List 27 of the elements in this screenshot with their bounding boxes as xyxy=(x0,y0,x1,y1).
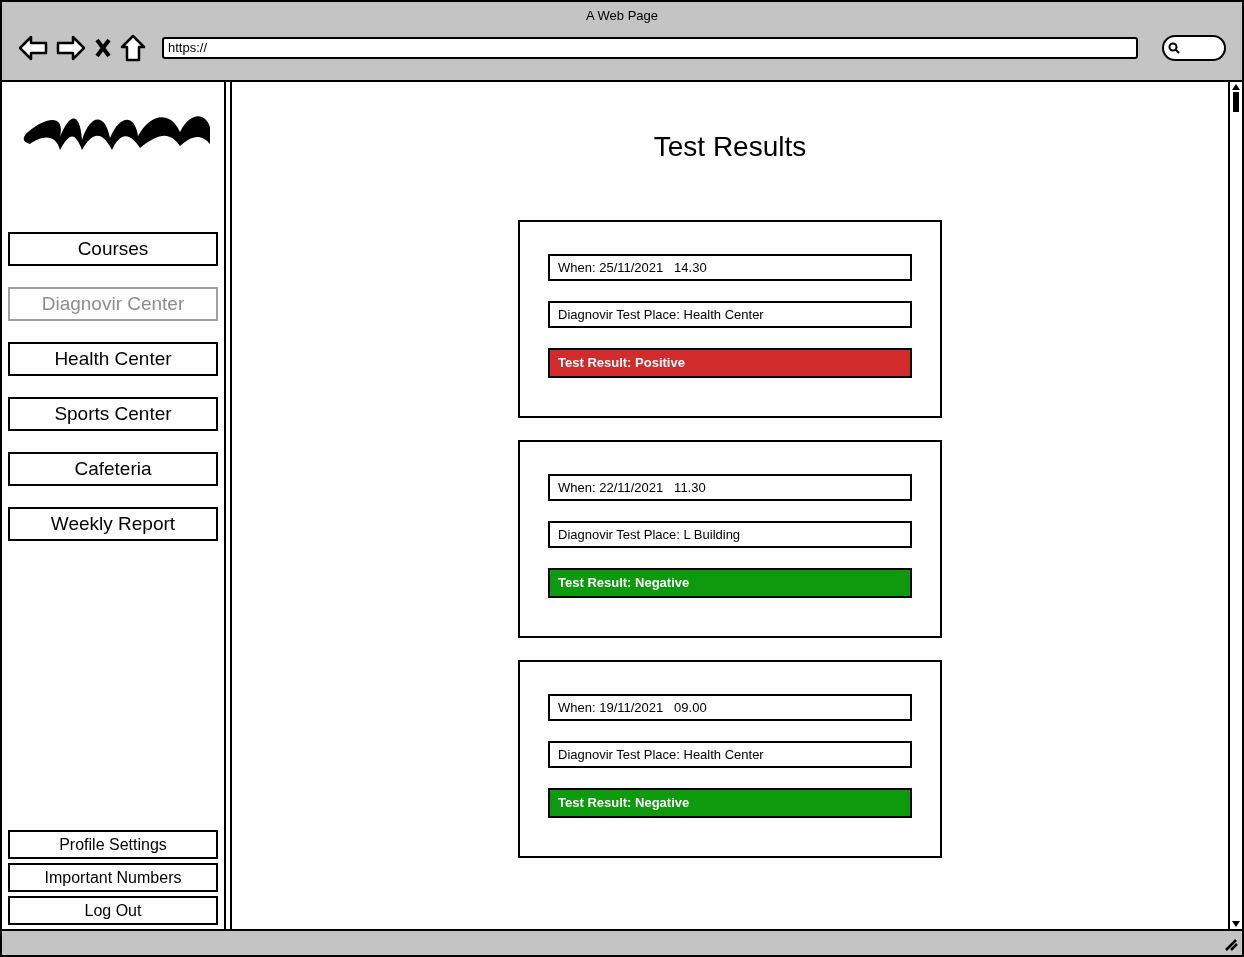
nav-button[interactable]: Important Numbers xyxy=(8,863,218,892)
date-field: When: 19/11/2021 09.00 xyxy=(548,694,912,721)
forward-icon[interactable] xyxy=(56,34,86,61)
window-title: A Web Page xyxy=(585,7,658,25)
place-field: Diagnovir Test Place: Health Center xyxy=(548,301,912,328)
back-icon[interactable] xyxy=(18,34,48,61)
search-icon xyxy=(1168,41,1180,54)
nav-button[interactable]: Sports Center xyxy=(8,397,218,431)
date-field: When: 25/11/2021 14.30 xyxy=(548,254,912,281)
place-field: Diagnovir Test Place: Health Center xyxy=(548,741,912,768)
nav-button[interactable]: Profile Settings xyxy=(8,830,218,859)
place-field: Diagnovir Test Place: L Building xyxy=(548,521,912,548)
close-icon[interactable] xyxy=(94,36,112,59)
nav-button[interactable]: Courses xyxy=(8,232,218,266)
page-title: Test Results xyxy=(653,130,807,164)
resize-grip-icon[interactable] xyxy=(1224,937,1238,951)
search-field[interactable] xyxy=(1162,34,1226,61)
address-field[interactable]: https:// xyxy=(162,36,1138,59)
result-field: Test Result: Negative xyxy=(548,568,912,598)
result-field: Test Result: Negative xyxy=(548,788,912,818)
scroll-up-icon[interactable] xyxy=(1230,82,1242,114)
nav-button[interactable]: Log Out xyxy=(8,896,218,925)
nav-button[interactable]: Cafeteria xyxy=(8,452,218,486)
nav-button[interactable]: Health Center xyxy=(8,342,218,376)
date-field: When: 22/11/2021 11.30 xyxy=(548,474,912,501)
nav-button[interactable]: Weekly Report xyxy=(8,507,218,541)
result-field: Test Result: Positive xyxy=(548,348,912,378)
